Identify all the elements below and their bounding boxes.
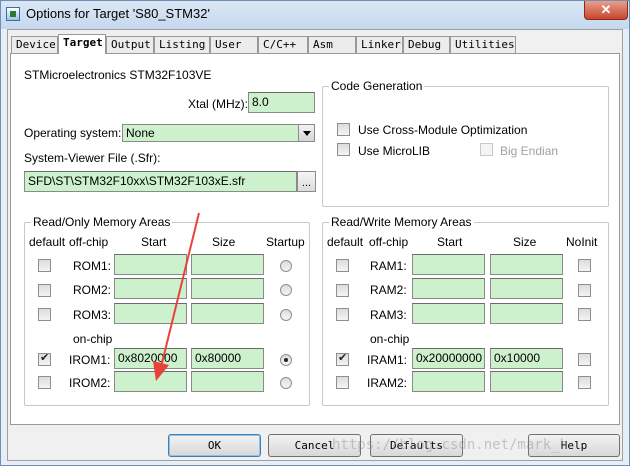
ram3-noinit-checkbox[interactable] bbox=[578, 308, 591, 321]
rom3-label: ROM3: bbox=[73, 308, 112, 322]
options-dialog: Options for Target 'S80_STM32' ✕ Device … bbox=[0, 0, 630, 466]
target-panel: STMicroelectronics STM32F103VE Xtal (MHz… bbox=[10, 53, 620, 425]
rom-header-default: default bbox=[29, 235, 66, 249]
cross-module-label: Use Cross-Module Optimization bbox=[358, 123, 528, 137]
ram3-start-input[interactable] bbox=[412, 303, 485, 324]
dialog-client: Device Target Output Listing User C/C++ … bbox=[7, 29, 623, 461]
ram3-default-checkbox[interactable] bbox=[336, 308, 349, 321]
ram1-default-checkbox[interactable] bbox=[336, 259, 349, 272]
tab-utilities[interactable]: Utilities bbox=[450, 36, 516, 53]
ram1-size-input[interactable] bbox=[490, 254, 563, 275]
ram2-start-input[interactable] bbox=[412, 278, 485, 299]
tab-device[interactable]: Device bbox=[11, 36, 58, 53]
ram-header-size: Size bbox=[513, 235, 537, 249]
tab-asm[interactable]: Asm bbox=[308, 36, 356, 53]
tab-linker[interactable]: Linker bbox=[356, 36, 403, 53]
ok-button[interactable]: OK bbox=[168, 434, 261, 457]
ram2-default-checkbox[interactable] bbox=[336, 284, 349, 297]
rom3-startup-radio[interactable] bbox=[280, 309, 292, 321]
xtal-input[interactable]: 8.0 bbox=[248, 92, 315, 113]
tab-target[interactable]: Target bbox=[58, 34, 106, 54]
close-button[interactable]: ✕ bbox=[584, 1, 628, 20]
code-generation-group: Code Generation Use Cross-Module Optimiz… bbox=[322, 79, 609, 207]
iram2-default-checkbox[interactable] bbox=[336, 376, 349, 389]
microlib-checkbox[interactable] bbox=[337, 143, 350, 156]
iram2-label: IRAM2: bbox=[367, 376, 408, 390]
rom1-startup-radio[interactable] bbox=[280, 260, 292, 272]
ram2-noinit-checkbox[interactable] bbox=[578, 284, 591, 297]
cross-module-checkbox[interactable] bbox=[337, 123, 350, 136]
tab-output[interactable]: Output bbox=[106, 36, 154, 53]
iram1-start-input[interactable]: 0x20000000 bbox=[412, 348, 485, 369]
rom-header-offchip: off-chip bbox=[69, 235, 109, 249]
sfr-browse-button[interactable]: ... bbox=[297, 171, 316, 192]
irom2-default-checkbox[interactable] bbox=[38, 376, 51, 389]
rom2-default-checkbox[interactable] bbox=[38, 284, 51, 297]
ram-header-start: Start bbox=[437, 235, 463, 249]
ram-header-offchip: off-chip bbox=[369, 235, 409, 249]
annotation-arrow-icon bbox=[153, 212, 200, 381]
rom3-default-checkbox[interactable] bbox=[38, 308, 51, 321]
window-title: Options for Target 'S80_STM32' bbox=[26, 6, 210, 21]
iram1-default-checkbox[interactable] bbox=[336, 351, 349, 366]
ram-onchip-label: on-chip bbox=[370, 332, 410, 346]
iram2-start-input[interactable] bbox=[412, 371, 485, 392]
tab-user[interactable]: User bbox=[210, 36, 258, 53]
xtal-label: Xtal (MHz): bbox=[188, 97, 248, 111]
title-bar[interactable]: Options for Target 'S80_STM32' ✕ bbox=[1, 1, 629, 29]
irom2-startup-radio[interactable] bbox=[280, 377, 292, 389]
os-select-value: None bbox=[126, 126, 155, 140]
ram3-size-input[interactable] bbox=[490, 303, 563, 324]
sfr-input[interactable]: SFD\ST\STM32F10xx\STM32F103xE.sfr bbox=[24, 171, 297, 192]
rom2-startup-radio[interactable] bbox=[280, 284, 292, 296]
ram-group: Read/Write Memory Areas default off-chip… bbox=[322, 215, 609, 406]
ram3-label: RAM3: bbox=[370, 308, 407, 322]
ram-group-title: Read/Write Memory Areas bbox=[329, 215, 474, 229]
tab-debug[interactable]: Debug bbox=[403, 36, 450, 53]
big-endian-checkbox[interactable] bbox=[480, 143, 493, 156]
rom1-label: ROM1: bbox=[73, 259, 112, 273]
code-generation-title: Code Generation bbox=[329, 79, 425, 93]
microlib-label: Use MicroLIB bbox=[358, 144, 431, 158]
big-endian-label: Big Endian bbox=[500, 144, 559, 158]
ram2-size-input[interactable] bbox=[490, 278, 563, 299]
chevron-down-icon[interactable] bbox=[298, 125, 314, 141]
sfr-label: System-Viewer File (.Sfr): bbox=[24, 151, 161, 165]
os-select[interactable]: None bbox=[122, 124, 315, 142]
irom1-default-checkbox[interactable] bbox=[38, 351, 51, 366]
watermark-text: https://blog.csdn.net/mark_h bbox=[332, 437, 569, 453]
irom1-startup-radio[interactable] bbox=[280, 354, 292, 366]
irom1-label: IROM1: bbox=[69, 353, 111, 367]
ram1-noinit-checkbox[interactable] bbox=[578, 259, 591, 272]
rom-header-startup: Startup bbox=[266, 235, 305, 249]
ram2-label: RAM2: bbox=[370, 283, 407, 297]
rom2-label: ROM2: bbox=[73, 283, 112, 297]
tab-c-cpp[interactable]: C/C++ bbox=[258, 36, 308, 53]
ram1-start-input[interactable] bbox=[412, 254, 485, 275]
ram-header-noinit: NoInit bbox=[566, 235, 598, 249]
iram1-label: IRAM1: bbox=[367, 353, 408, 367]
irom2-label: IROM2: bbox=[69, 376, 111, 390]
rom-header-size: Size bbox=[212, 235, 236, 249]
iram2-noinit-checkbox[interactable] bbox=[578, 376, 591, 389]
ram1-label: RAM1: bbox=[370, 259, 407, 273]
iram2-size-input[interactable] bbox=[490, 371, 563, 392]
iram1-size-input[interactable]: 0x10000 bbox=[490, 348, 563, 369]
ram-header-default: default bbox=[327, 235, 364, 249]
tab-listing[interactable]: Listing bbox=[154, 36, 210, 53]
app-icon bbox=[6, 7, 20, 21]
rom-onchip-label: on-chip bbox=[73, 332, 113, 346]
rom1-default-checkbox[interactable] bbox=[38, 259, 51, 272]
iram1-noinit-checkbox[interactable] bbox=[578, 353, 591, 366]
os-label: Operating system: bbox=[24, 126, 122, 140]
device-name: STMicroelectronics STM32F103VE bbox=[24, 68, 212, 82]
